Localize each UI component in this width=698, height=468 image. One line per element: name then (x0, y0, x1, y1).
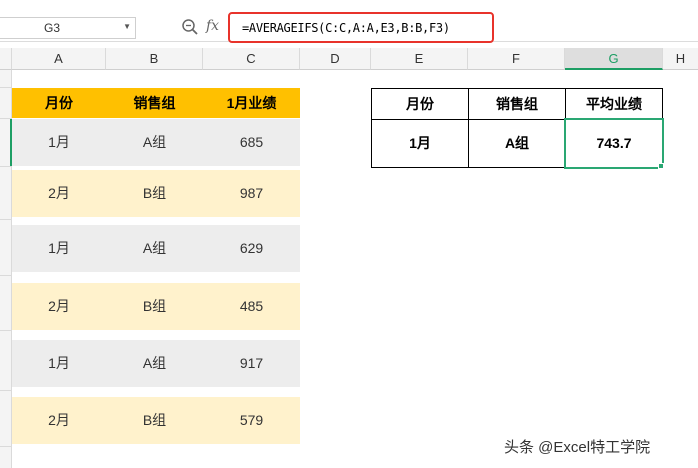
table-cell[interactable]: A组 (106, 119, 203, 166)
table-cell[interactable]: B组 (106, 397, 203, 444)
formula-text: =AVERAGEIFS(C:C,A:A,E3,B:B,F3) (242, 21, 450, 35)
table-cell[interactable]: 2月 (12, 397, 106, 444)
table-cell[interactable]: 2月 (12, 283, 106, 330)
column-header-f[interactable]: F (468, 48, 565, 70)
result-cell-group[interactable]: A组 (469, 120, 566, 167)
table-cell[interactable]: B组 (106, 170, 203, 217)
table-cell[interactable]: 629 (203, 225, 300, 272)
left-header-sales[interactable]: 1月业绩 (203, 88, 300, 118)
column-header-g[interactable]: G (565, 48, 663, 70)
column-header-h[interactable]: H (663, 48, 698, 70)
column-header-e[interactable]: E (371, 48, 468, 70)
row-divider (0, 219, 12, 220)
result-header-group[interactable]: 销售组 (469, 89, 566, 120)
table-cell[interactable]: 987 (203, 170, 300, 217)
table-cell[interactable]: A组 (106, 340, 203, 387)
row-divider (0, 166, 12, 167)
watermark: 头条 @Excel特工学院 (504, 439, 651, 456)
result-header-average[interactable]: 平均业绩 (566, 89, 662, 120)
left-header-group[interactable]: 销售组 (106, 88, 203, 118)
table-cell[interactable]: 1月 (12, 119, 106, 166)
table-cell[interactable]: 485 (203, 283, 300, 330)
column-header-b[interactable]: B (106, 48, 203, 70)
select-all-corner[interactable] (0, 48, 12, 70)
result-header-month[interactable]: 月份 (372, 89, 469, 120)
name-box-value: G3 (44, 21, 61, 35)
table-cell[interactable]: 1月 (12, 225, 106, 272)
row-divider (0, 330, 12, 331)
fx-icon[interactable]: fx (206, 18, 219, 34)
table-cell[interactable]: 579 (203, 397, 300, 444)
row-divider (0, 275, 12, 276)
left-header-month[interactable]: 月份 (12, 88, 106, 118)
table-cell[interactable]: 2月 (12, 170, 106, 217)
row-divider (0, 390, 12, 391)
formula-bar: G3 ▼ fx =AVERAGEIFS(C:C,A:A,E3,B:B,F3) (0, 0, 698, 43)
table-cell[interactable]: 1月 (12, 340, 106, 387)
chevron-down-icon[interactable]: ▼ (123, 22, 131, 31)
row-divider (0, 446, 12, 447)
name-box[interactable]: G3 ▼ (0, 17, 136, 39)
active-cell-selection (564, 118, 664, 169)
result-cell-month[interactable]: 1月 (372, 120, 469, 167)
column-header-c[interactable]: C (203, 48, 300, 70)
table-cell[interactable]: A组 (106, 225, 203, 272)
column-header-d[interactable]: D (300, 48, 371, 70)
formula-input[interactable]: =AVERAGEIFS(C:C,A:A,E3,B:B,F3) (228, 12, 494, 43)
column-header-a[interactable]: A (12, 48, 106, 70)
row-divider (0, 87, 12, 88)
table-cell[interactable]: 685 (203, 119, 300, 166)
zoom-search-icon[interactable] (181, 18, 199, 36)
table-cell[interactable]: B组 (106, 283, 203, 330)
fill-handle[interactable] (658, 163, 664, 169)
table-cell[interactable]: 917 (203, 340, 300, 387)
